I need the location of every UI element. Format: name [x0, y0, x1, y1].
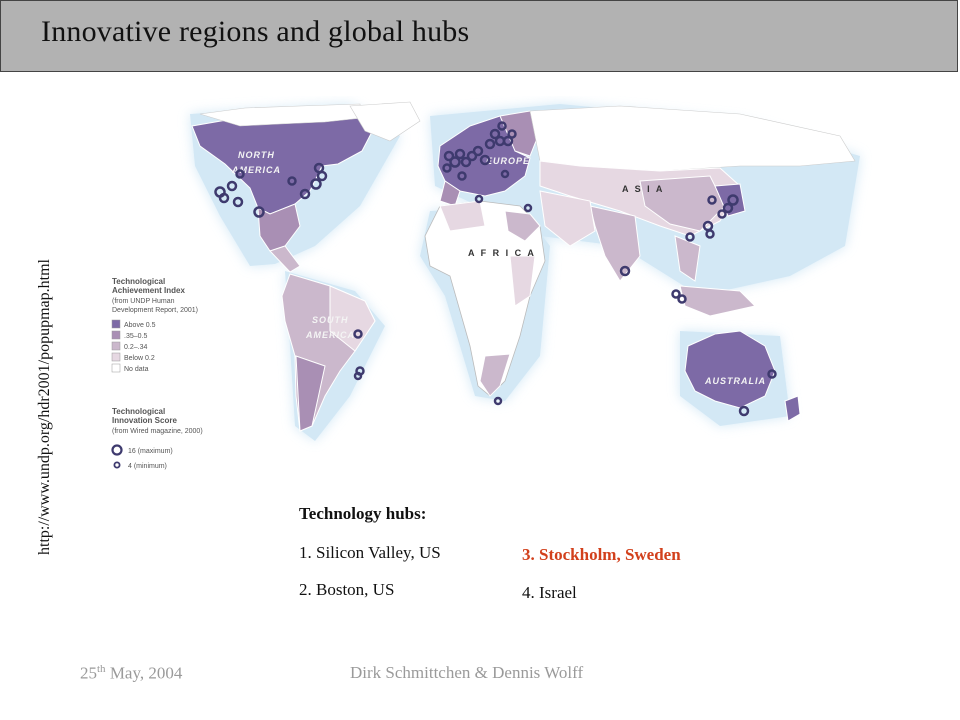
label-africa: A F R I C A: [468, 248, 536, 258]
legend-swatch-1: [111, 319, 121, 329]
legend-item-5: No data: [124, 366, 149, 373]
world-map: NORTH AMERICA SOUTH AMERICA EUROPE A S I…: [100, 96, 880, 486]
slide-title: Innovative regions and global hubs: [41, 15, 470, 48]
legend-item-1: Above 0.5: [124, 322, 156, 329]
label-north-america-1: NORTH: [238, 150, 275, 160]
label-south-america-2: AMERICA: [305, 330, 355, 340]
label-australia: AUSTRALIA: [704, 376, 766, 386]
legend-ring-min: [113, 461, 121, 469]
label-south-america-1: SOUTH: [312, 315, 349, 325]
hub-item-2: 2. Boston, US: [299, 580, 395, 599]
legend-tai-source-2: Development Report, 2001): [112, 307, 198, 314]
label-europe: EUROPE: [486, 156, 530, 166]
legend-ring-max: [111, 444, 123, 456]
legend-tis-source: (from Wired magazine, 2000): [112, 428, 203, 435]
world-map-svg: NORTH AMERICA SOUTH AMERICA EUROPE A S I…: [111, 101, 860, 470]
legend-tai-title-1: Technological: [112, 277, 165, 286]
legend-swatch-2: [111, 330, 121, 340]
label-asia: A S I A: [622, 184, 664, 194]
legend-tis-min: 4 (minimum): [128, 463, 167, 470]
legend-swatch-4: [111, 352, 121, 362]
legend-item-2: .35–0.5: [124, 333, 147, 340]
legend-swatch-3: [111, 341, 121, 351]
legend-tis-title-2: Innovation Score: [112, 416, 177, 425]
legend-item-3: 0.2–.34: [124, 344, 147, 351]
footer-date: 25th May, 2004: [80, 663, 182, 684]
footer-date-rest: May, 2004: [105, 663, 183, 683]
footer-date-day: 25: [80, 663, 97, 683]
source-url[interactable]: http://www.undp.org/hdr2001/popupmap.htm…: [36, 200, 54, 555]
footer-authors: Dirk Schmittchen & Dennis Wolff: [350, 663, 584, 682]
legend-tai-source-1: (from UNDP Human: [112, 298, 175, 305]
hub-item-3: 3. Stockholm, Sweden: [522, 545, 681, 564]
hubs-title: Technology hubs:: [299, 504, 427, 523]
legend-tis-title-1: Technological: [112, 407, 165, 416]
legend-tai-title-2: Achievement Index: [112, 286, 185, 295]
footer-date-suffix: th: [97, 663, 106, 675]
hub-item-4: 4. Israel: [522, 583, 577, 602]
legend-swatch-5: [111, 363, 121, 373]
legend-tis-max: 16 (maximum): [128, 448, 173, 455]
legend-item-4: Below 0.2: [124, 355, 155, 362]
map-legend: Technological Achievement Index (from UN…: [111, 277, 203, 470]
hub-item-1: 1. Silicon Valley, US: [299, 543, 441, 562]
title-bar: Innovative regions and global hubs: [0, 0, 958, 72]
